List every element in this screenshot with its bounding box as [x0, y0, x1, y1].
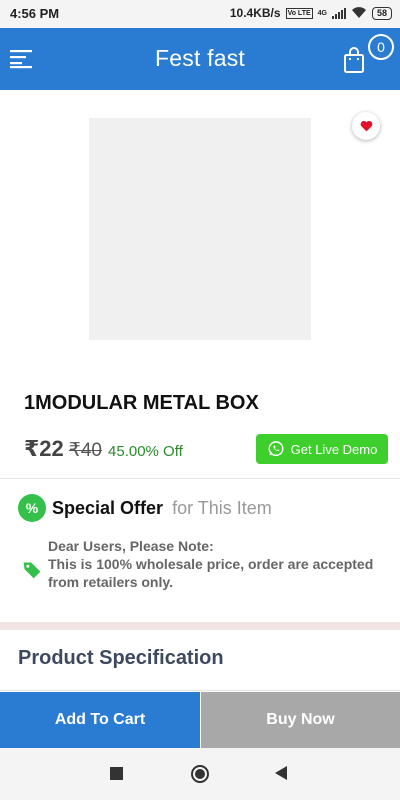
volte-icon: Vo LTE [285, 7, 313, 19]
special-offer-title: Special Offer for This Item [52, 498, 272, 519]
original-price: ₹40 [68, 440, 103, 461]
percent-icon: % [18, 494, 46, 522]
product-image [89, 118, 311, 340]
heart-icon [360, 120, 372, 132]
network-type: 4G [317, 9, 327, 17]
get-live-demo-button[interactable]: Get Live Demo [256, 434, 388, 464]
product-name: 1MODULAR METAL BOX [24, 392, 259, 414]
product-specification-title: Product Specification [18, 647, 224, 669]
network-speed: 10.4KB/s [229, 6, 281, 20]
buy-now-button[interactable]: Buy Now [201, 692, 400, 748]
cart-count-badge[interactable]: 0 [368, 34, 394, 60]
add-to-cart-button[interactable]: Add To Cart [0, 692, 200, 748]
divider [0, 478, 400, 479]
get-live-demo-label: Get Live Demo [290, 441, 378, 457]
whatsapp-icon [268, 441, 284, 457]
navigation-bar [0, 748, 400, 800]
back-icon[interactable] [275, 766, 287, 780]
recent-apps-icon[interactable] [110, 767, 123, 780]
status-indicators: 10.4KB/s Vo LTE 4G 58 [230, 6, 392, 20]
wifi-icon [351, 7, 366, 19]
offer-note-body: This is 100% wholesale price, order are … [48, 556, 374, 590]
status-bar: 4:56 PM 10.4KB/s Vo LTE 4G 58 [0, 0, 400, 28]
discount-label: 45.00% Off [108, 443, 183, 460]
tag-icon [23, 562, 41, 579]
offer-note: Dear Users, Please Note: This is 100% wh… [48, 537, 393, 591]
divider [0, 690, 400, 691]
battery-icon: 58 [371, 6, 392, 20]
price-row: ₹22 ₹40 45.00% Off [24, 436, 183, 462]
special-offer-strong: Special Offer [52, 498, 164, 518]
app-title: Fest fast [155, 45, 245, 71]
section-divider [0, 622, 400, 630]
special-offer-muted: for This Item [172, 498, 272, 518]
current-price: ₹22 [24, 436, 64, 461]
offer-note-heading: Dear Users, Please Note: [48, 538, 214, 554]
wishlist-button[interactable] [352, 112, 380, 140]
signal-icon [331, 7, 346, 19]
app-header: Fest fast 0 [0, 28, 400, 90]
home-icon[interactable] [191, 765, 209, 783]
status-time: 4:56 PM [10, 6, 60, 21]
shopping-bag-icon[interactable] [342, 46, 366, 74]
